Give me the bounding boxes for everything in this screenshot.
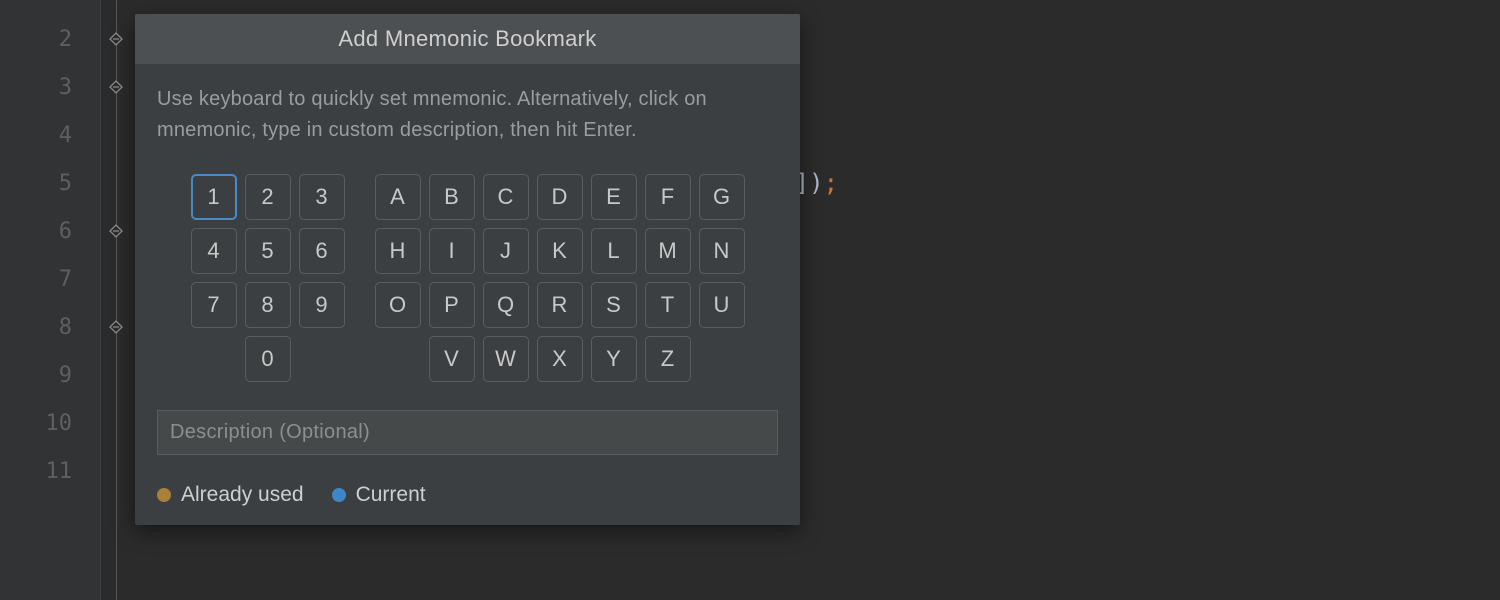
mnemonic-key-o[interactable]: O <box>375 282 421 328</box>
line-number: 10 <box>0 399 100 447</box>
mnemonic-key-7[interactable]: 7 <box>191 282 237 328</box>
mnemonic-key-4[interactable]: 4 <box>191 228 237 274</box>
mnemonic-key-v[interactable]: V <box>429 336 475 382</box>
mnemonic-key-q[interactable]: Q <box>483 282 529 328</box>
mnemonic-key-8[interactable]: 8 <box>245 282 291 328</box>
fold-marker-icon[interactable] <box>101 15 130 63</box>
mnemonic-key-s[interactable]: S <box>591 282 637 328</box>
dot-icon <box>332 488 346 502</box>
mnemonic-key-x[interactable]: X <box>537 336 583 382</box>
mnemonic-key-c[interactable]: C <box>483 174 529 220</box>
line-number: 2 <box>0 15 100 63</box>
mnemonic-key-5[interactable]: 5 <box>245 228 291 274</box>
mnemonic-key-t[interactable]: T <box>645 282 691 328</box>
line-number: 3 <box>0 63 100 111</box>
popup-title: Add Mnemonic Bookmark <box>135 14 800 64</box>
line-number: 9 <box>0 351 100 399</box>
mnemonic-key-j[interactable]: J <box>483 228 529 274</box>
mnemonic-key-l[interactable]: L <box>591 228 637 274</box>
fold-spacer <box>101 159 130 207</box>
line-number: 11 <box>0 447 100 495</box>
line-number: 8 <box>0 303 100 351</box>
fold-strip <box>100 0 130 600</box>
mnemonic-key-w[interactable]: W <box>483 336 529 382</box>
line-number-gutter: 234567891011 <box>0 0 100 600</box>
mnemonic-key-p[interactable]: P <box>429 282 475 328</box>
fold-marker-icon[interactable] <box>101 303 130 351</box>
mnemonic-key-y[interactable]: Y <box>591 336 637 382</box>
mnemonic-key-0[interactable]: 0 <box>245 336 291 382</box>
fold-marker-icon[interactable] <box>101 63 130 111</box>
mnemonic-key-9[interactable]: 9 <box>299 282 345 328</box>
line-number: 6 <box>0 207 100 255</box>
fold-spacer <box>101 399 130 447</box>
fold-spacer <box>101 255 130 303</box>
mnemonic-bookmark-popup: Add Mnemonic Bookmark Use keyboard to qu… <box>135 14 800 525</box>
mnemonic-key-g[interactable]: G <box>699 174 745 220</box>
fold-spacer <box>101 447 130 495</box>
semicolon: ; <box>824 169 838 197</box>
line-number: 5 <box>0 159 100 207</box>
mnemonic-key-3[interactable]: 3 <box>299 174 345 220</box>
mnemonic-key-a[interactable]: A <box>375 174 421 220</box>
mnemonic-key-i[interactable]: I <box>429 228 475 274</box>
mnemonic-key-e[interactable]: E <box>591 174 637 220</box>
legend: Already used Current <box>157 483 778 507</box>
mnemonic-key-n[interactable]: N <box>699 228 745 274</box>
dot-icon <box>157 488 171 502</box>
line-number: 4 <box>0 111 100 159</box>
popup-instructions: Use keyboard to quickly set mnemonic. Al… <box>157 84 778 146</box>
mnemonic-key-b[interactable]: B <box>429 174 475 220</box>
description-input[interactable] <box>157 410 778 455</box>
fold-spacer <box>101 111 130 159</box>
mnemonic-key-2[interactable]: 2 <box>245 174 291 220</box>
mnemonic-key-6[interactable]: 6 <box>299 228 345 274</box>
mnemonic-key-m[interactable]: M <box>645 228 691 274</box>
fold-spacer <box>101 351 130 399</box>
mnemonic-key-grid: 123 456 7890 ABCDEFG HIJKLMN OPQRSTU VWXYZ <box>157 174 778 382</box>
mnemonic-key-r[interactable]: R <box>537 282 583 328</box>
mnemonic-key-k[interactable]: K <box>537 228 583 274</box>
paren-close: ) <box>809 169 823 197</box>
mnemonic-key-f[interactable]: F <box>645 174 691 220</box>
mnemonic-key-d[interactable]: D <box>537 174 583 220</box>
mnemonic-key-z[interactable]: Z <box>645 336 691 382</box>
fold-marker-icon[interactable] <box>101 207 130 255</box>
line-number: 7 <box>0 255 100 303</box>
mnemonic-key-u[interactable]: U <box>699 282 745 328</box>
legend-already-used: Already used <box>157 483 304 507</box>
legend-current: Current <box>332 483 426 507</box>
mnemonic-key-h[interactable]: H <box>375 228 421 274</box>
mnemonic-key-1[interactable]: 1 <box>191 174 237 220</box>
